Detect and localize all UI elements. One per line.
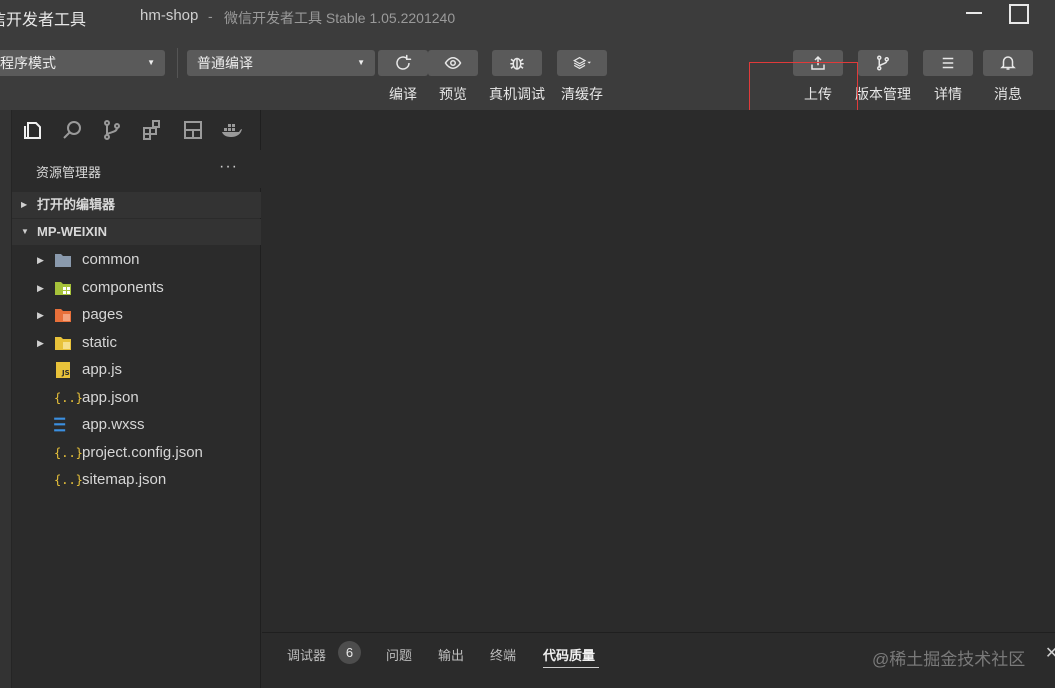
more-actions-icon[interactable]: ··· [219, 158, 238, 176]
active-tab-indicator [543, 667, 599, 668]
tab-problems[interactable]: 问题 [386, 645, 412, 664]
chevron-right-icon: ▶ [37, 338, 44, 348]
tab-output[interactable]: 输出 [438, 645, 464, 664]
tree-file-app-json[interactable]: {..} app.json [12, 385, 261, 411]
device-debug-button[interactable] [492, 50, 542, 76]
mode-select-value: 程序模式 [0, 55, 56, 71]
chevron-right-icon: ▶ [37, 310, 44, 320]
tree-item-label: app.js [82, 361, 123, 378]
compile-button[interactable] [378, 50, 428, 76]
tree-folder-static[interactable]: ▶ static [12, 330, 261, 356]
chevron-right-icon: ▶ [37, 283, 44, 293]
clear-cache-label: 清缓存 [561, 86, 603, 102]
editor-area[interactable] [262, 110, 1055, 632]
tree-item-label: app.wxss [82, 416, 145, 433]
toolbar: 程序模式 ▼ 普通编译 ▼ 编译 预览 真机调试 清缓存 上传 版本管理 详情 [0, 32, 1055, 132]
tree-folder-common[interactable]: ▶ common [12, 247, 261, 273]
files-icon[interactable] [21, 119, 43, 141]
js-file-icon: JS [56, 362, 70, 378]
chevron-right-icon: ▶ [37, 255, 44, 265]
maximize-icon[interactable] [1009, 4, 1029, 24]
json-file-icon: {..} [54, 446, 83, 460]
open-editors-section[interactable]: ▶ 打开的编辑器 [12, 192, 261, 218]
watermark: @稀土掘金技术社区 [872, 650, 1026, 669]
search-icon[interactable] [61, 119, 83, 141]
docker-icon[interactable] [221, 119, 243, 141]
json-file-icon: {..} [54, 391, 83, 405]
device-debug-label: 真机调试 [489, 86, 545, 102]
refresh-icon [396, 54, 412, 70]
eye-icon [444, 56, 462, 70]
caret-down-icon: ▼ [357, 58, 365, 67]
components-folder-icon [55, 282, 71, 295]
chevron-right-icon: ▶ [21, 200, 28, 209]
ide-version: 微信开发者工具 Stable 1.05.2201240 [224, 10, 456, 26]
tree-file-app-wxss[interactable]: Ⲷ app.wxss [12, 412, 261, 438]
preview-button[interactable] [428, 50, 478, 76]
tree-item-label: app.json [82, 389, 139, 406]
app-title: 信开发者工具 [0, 12, 87, 29]
bell-icon [1000, 56, 1016, 70]
caret-down-icon: ▼ [147, 58, 155, 67]
tree-file-sitemap[interactable]: {..} sitemap.json [12, 467, 261, 493]
clear-cache-button[interactable] [557, 50, 607, 76]
branch-icon [877, 55, 889, 71]
preview-label: 预览 [439, 86, 467, 102]
static-folder-icon [55, 337, 71, 350]
tab-code-quality[interactable]: 代码质量 [543, 645, 595, 664]
activity-bar [0, 110, 12, 688]
close-icon[interactable]: ✕ [1045, 643, 1055, 663]
tree-item-label: pages [82, 306, 123, 323]
svg-text:JS: JS [61, 369, 70, 377]
tab-debugger[interactable]: 调试器 [287, 645, 326, 664]
tree-item-label: common [82, 251, 140, 268]
title-separator: - [208, 8, 213, 24]
layers-icon [573, 56, 591, 70]
pages-folder-icon [55, 309, 71, 322]
toolbar-divider [177, 48, 178, 78]
title-bar: 信开发者工具 hm-shop - 微信开发者工具 Stable 1.05.220… [0, 0, 1055, 32]
json-file-icon: {..} [54, 473, 83, 487]
project-root-label: MP-WEIXIN [37, 224, 108, 239]
version-management-label: 版本管理 [855, 86, 911, 102]
details-button[interactable] [923, 50, 973, 76]
tree-folder-pages[interactable]: ▶ pages [12, 302, 261, 328]
sidebar: 资源管理器 ··· ▶ 打开的编辑器 ▼ MP-WEIXIN ▶ common … [12, 110, 261, 688]
debugger-count-badge: 6 [338, 641, 361, 664]
menu-icon [942, 57, 954, 69]
tree-item-label: project.config.json [82, 444, 203, 461]
tree-file-app-js[interactable]: JS app.js [12, 357, 261, 383]
version-management-button[interactable] [858, 50, 908, 76]
source-control-icon[interactable] [101, 119, 123, 141]
bottom-panel: 调试器 6 问题 输出 终端 代码质量 @稀土掘金技术社区 ✕ [262, 632, 1055, 688]
compile-mode-select[interactable]: 普通编译 ▼ [187, 50, 375, 76]
bug-icon [510, 57, 524, 70]
tab-terminal[interactable]: 终端 [490, 645, 516, 664]
mode-select[interactable]: 程序模式 ▼ [0, 50, 165, 76]
project-root-section[interactable]: ▼ MP-WEIXIN [12, 219, 261, 245]
messages-button[interactable] [983, 50, 1033, 76]
project-name: hm-shop [140, 7, 199, 24]
open-editors-label: 打开的编辑器 [37, 197, 116, 212]
chevron-down-icon: ▼ [21, 227, 29, 236]
folder-icon [55, 254, 71, 267]
explorer-title: 资源管理器 [36, 165, 102, 180]
extensions-icon[interactable] [141, 119, 163, 141]
tree-item-label: static [82, 334, 118, 351]
tree-file-project-config[interactable]: {..} project.config.json [12, 440, 261, 466]
sidebar-tabs [12, 110, 261, 150]
tree-item-label: sitemap.json [82, 471, 167, 488]
tree-folder-components[interactable]: ▶ components [12, 275, 261, 301]
outline-icon[interactable] [182, 119, 204, 141]
compile-mode-value: 普通编译 [197, 55, 253, 71]
messages-label: 消息 [994, 86, 1022, 102]
css-file-icon: Ⲷ [54, 415, 66, 435]
tree-item-label: components [82, 279, 164, 296]
minimize-icon[interactable] [966, 12, 982, 14]
